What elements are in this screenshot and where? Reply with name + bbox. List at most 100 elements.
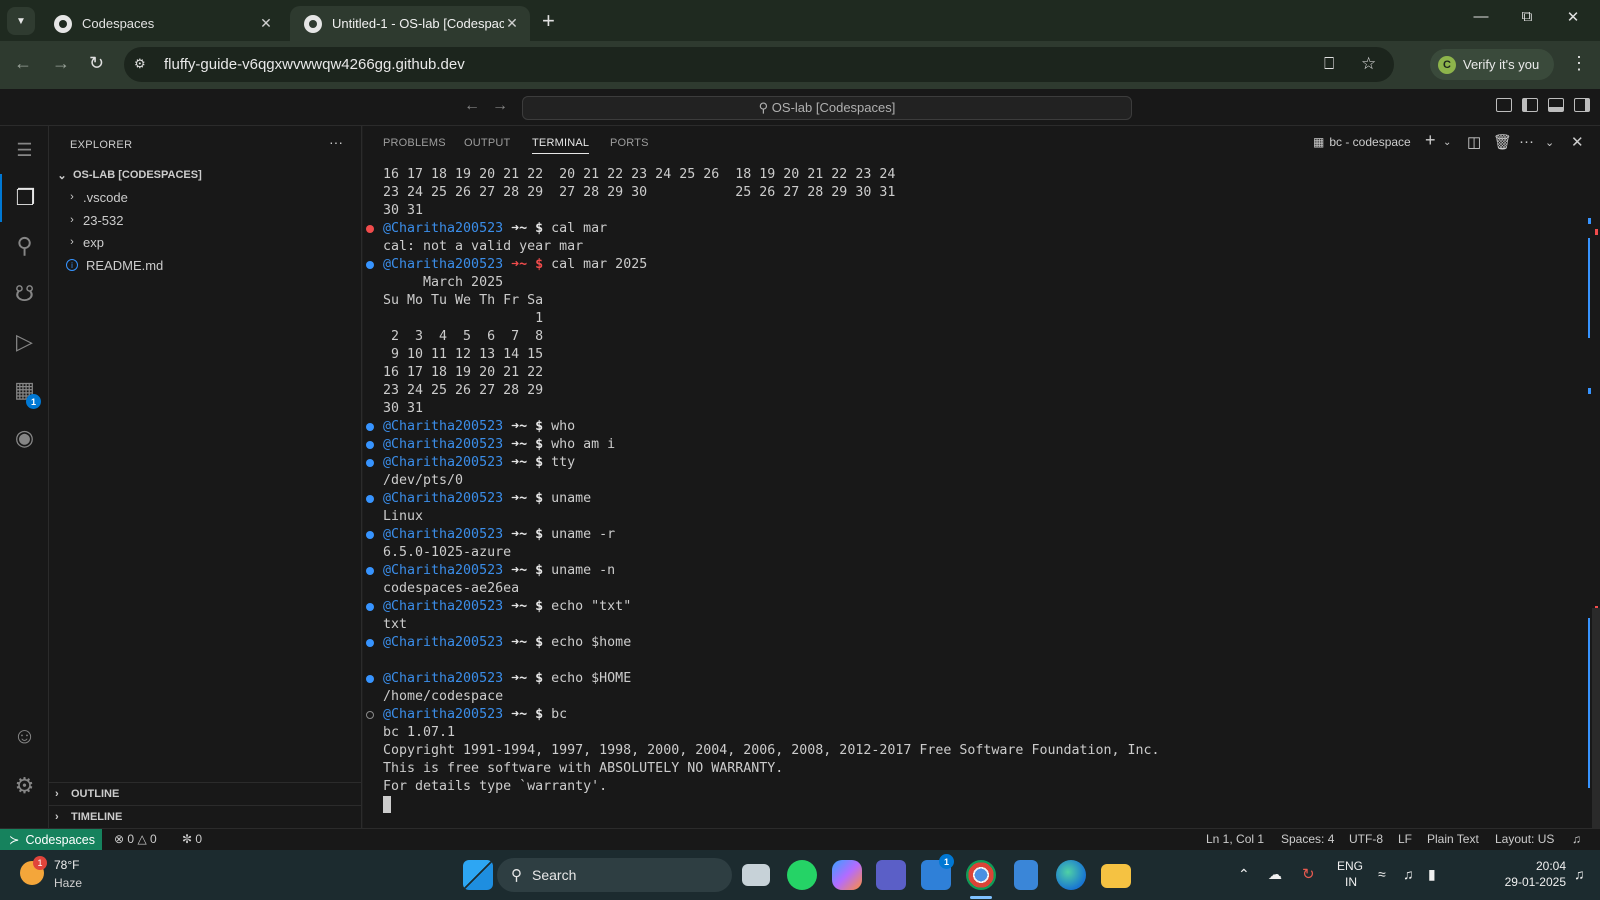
show-hidden-icons-chevron-icon[interactable]: ⌃ — [1238, 866, 1250, 883]
encoding-status[interactable]: UTF-8 — [1349, 832, 1383, 846]
command-center[interactable]: ⚲ OS-lab [Codespaces] — [522, 96, 1132, 120]
search-icon[interactable]: ⚲ — [0, 222, 49, 270]
github-icon[interactable]: ◉ — [0, 414, 49, 462]
back-arrow-icon[interactable]: ← — [14, 53, 32, 74]
run-debug-icon[interactable]: ▷ — [0, 318, 49, 366]
keyboard-layout[interactable]: Layout: US — [1495, 832, 1554, 846]
extensions-icon[interactable]: ▦ 1 — [0, 366, 49, 414]
browser-tab-codespaces[interactable]: Codespaces ✕ — [40, 6, 284, 41]
trash-icon[interactable]: 🗑 — [1493, 133, 1512, 151]
toggle-panel-icon[interactable] — [1548, 98, 1564, 112]
new-terminal-icon[interactable]: + — [1425, 130, 1436, 151]
customize-layout-icon[interactable] — [1496, 98, 1512, 112]
input-region[interactable]: IN — [1345, 875, 1357, 889]
command-decoration-icon[interactable] — [366, 495, 374, 503]
go-back-icon[interactable]: ← — [464, 97, 480, 115]
command-decoration-icon[interactable] — [366, 261, 374, 269]
sync-icon[interactable]: ↻ — [1302, 865, 1315, 883]
windows-start-icon[interactable] — [463, 860, 493, 890]
maximize-panel-icon[interactable]: ⌄ — [1545, 136, 1554, 149]
terminal-output[interactable]: 16 17 18 19 20 21 22 20 21 22 23 24 25 2… — [363, 166, 1563, 828]
toggle-primary-sidebar-icon[interactable] — [1522, 98, 1538, 112]
workspace-root[interactable]: ⌄ OS-LAB [CODESPACES] — [49, 164, 362, 186]
onedrive-icon[interactable]: ☁ — [1268, 866, 1282, 883]
command-decoration-icon[interactable] — [366, 423, 374, 431]
close-panel-icon[interactable]: ✕ — [1571, 133, 1584, 151]
tab-output[interactable]: OUTPUT — [464, 137, 510, 149]
new-tab-button[interactable]: + — [542, 8, 555, 34]
terminal-scrollbar-thumb[interactable] — [1592, 608, 1600, 828]
timeline-section[interactable]: › TIMELINE — [49, 805, 362, 827]
more-actions-icon[interactable]: ··· — [1519, 133, 1534, 150]
edge-icon[interactable] — [1056, 860, 1086, 890]
file-explorer-icon[interactable] — [1101, 864, 1131, 888]
tab-search-chevron-icon[interactable]: ▼ — [7, 7, 35, 35]
ports-status[interactable]: ✼ 0 — [182, 832, 202, 846]
eol-status[interactable]: LF — [1398, 832, 1412, 846]
clock-date[interactable]: 29-01-2025 — [1488, 875, 1566, 889]
command-decoration-icon[interactable] — [366, 567, 374, 575]
close-window-icon[interactable]: ✕ — [1550, 8, 1596, 26]
volume-icon[interactable]: ♫ — [1403, 866, 1414, 882]
input-language[interactable]: ENG — [1337, 859, 1363, 873]
close-tab-icon[interactable]: ✕ — [258, 15, 274, 32]
command-decoration-icon[interactable] — [366, 675, 374, 683]
command-decoration-icon[interactable] — [366, 603, 374, 611]
install-app-icon[interactable]: ⎕ — [1324, 54, 1334, 74]
tab-problems[interactable]: PROBLEMS — [383, 137, 446, 149]
command-decoration-icon[interactable] — [366, 711, 374, 719]
tree-item-vscode[interactable]: › .vscode — [49, 186, 362, 208]
notification-bell-icon[interactable]: ♫ — [1574, 866, 1585, 882]
minimize-icon[interactable]: — — [1458, 8, 1504, 25]
terminal-selector[interactable]: ▦ bc - codespace — [1313, 135, 1411, 149]
site-settings-icon[interactable]: ⚙ — [134, 56, 150, 72]
copilot-icon[interactable] — [832, 860, 862, 890]
verify-profile-button[interactable]: C Verify it's you — [1430, 49, 1554, 80]
menu-hamburger-icon[interactable]: ☰ — [0, 126, 49, 174]
settings-gear-icon[interactable]: ⚙ — [0, 762, 49, 810]
weather-condition[interactable]: Haze — [54, 876, 82, 890]
bell-icon[interactable]: ♫ — [1572, 832, 1581, 846]
bookmark-star-icon[interactable]: ☆ — [1361, 54, 1376, 74]
command-decoration-icon[interactable] — [366, 225, 374, 233]
reload-icon[interactable]: ↻ — [89, 53, 104, 74]
microsoft-store-icon[interactable]: 1 — [921, 854, 954, 890]
forward-arrow-icon[interactable]: → — [52, 53, 70, 74]
address-bar[interactable]: ⚙ fluffy-guide-v6qgxwvwwqw4266gg.github.… — [124, 47, 1394, 82]
clock-time[interactable]: 20:04 — [1518, 859, 1566, 873]
taskbar-search[interactable]: ⚲ Search — [497, 858, 732, 892]
chrome-icon[interactable] — [966, 860, 996, 890]
outline-section[interactable]: › OUTLINE — [49, 782, 362, 804]
accounts-icon[interactable]: ☺ — [0, 712, 49, 760]
chevron-down-icon[interactable]: ⌄ — [1443, 137, 1451, 148]
source-control-icon[interactable]: ☋ — [0, 270, 49, 318]
cursor-position[interactable]: Ln 1, Col 1 — [1206, 832, 1264, 846]
battery-icon[interactable]: ▮ — [1428, 866, 1436, 883]
command-decoration-icon[interactable] — [366, 639, 374, 647]
restore-icon[interactable]: ⧉ — [1504, 8, 1550, 25]
toggle-secondary-sidebar-icon[interactable] — [1574, 98, 1590, 112]
language-mode[interactable]: Plain Text — [1427, 832, 1479, 846]
notepad-icon[interactable] — [1014, 860, 1038, 890]
remote-indicator[interactable]: ≻ Codespaces — [0, 829, 102, 850]
teams-icon[interactable] — [876, 860, 906, 890]
whatsapp-icon[interactable] — [787, 860, 817, 890]
tab-terminal[interactable]: TERMINAL — [532, 137, 590, 154]
close-tab-icon[interactable]: ✕ — [504, 15, 520, 32]
command-decoration-icon[interactable] — [366, 459, 374, 467]
url-text[interactable]: fluffy-guide-v6qgxwvwwqw4266gg.github.de… — [164, 56, 465, 73]
command-decoration-icon[interactable] — [366, 531, 374, 539]
terminal-cursor[interactable] — [383, 796, 391, 813]
tab-ports[interactable]: PORTS — [610, 137, 649, 149]
more-actions-icon[interactable]: ··· — [329, 134, 343, 150]
problems-status[interactable]: ⊗ 0 △ 0 — [114, 832, 157, 846]
indentation-status[interactable]: Spaces: 4 — [1281, 832, 1334, 846]
tree-item-readme[interactable]: i README.md — [49, 254, 362, 276]
tree-item-23-532[interactable]: › 23-532 — [49, 209, 362, 231]
browser-menu-icon[interactable]: ⋮ — [1570, 53, 1588, 74]
wifi-icon[interactable]: ≈ — [1378, 866, 1386, 882]
explorer-icon[interactable]: ❐ — [0, 174, 49, 222]
go-forward-icon[interactable]: → — [492, 97, 508, 115]
command-decoration-icon[interactable] — [366, 441, 374, 449]
browser-tab-untitled[interactable]: Untitled-1 - OS-lab [Codespaces] ✕ — [290, 6, 530, 41]
